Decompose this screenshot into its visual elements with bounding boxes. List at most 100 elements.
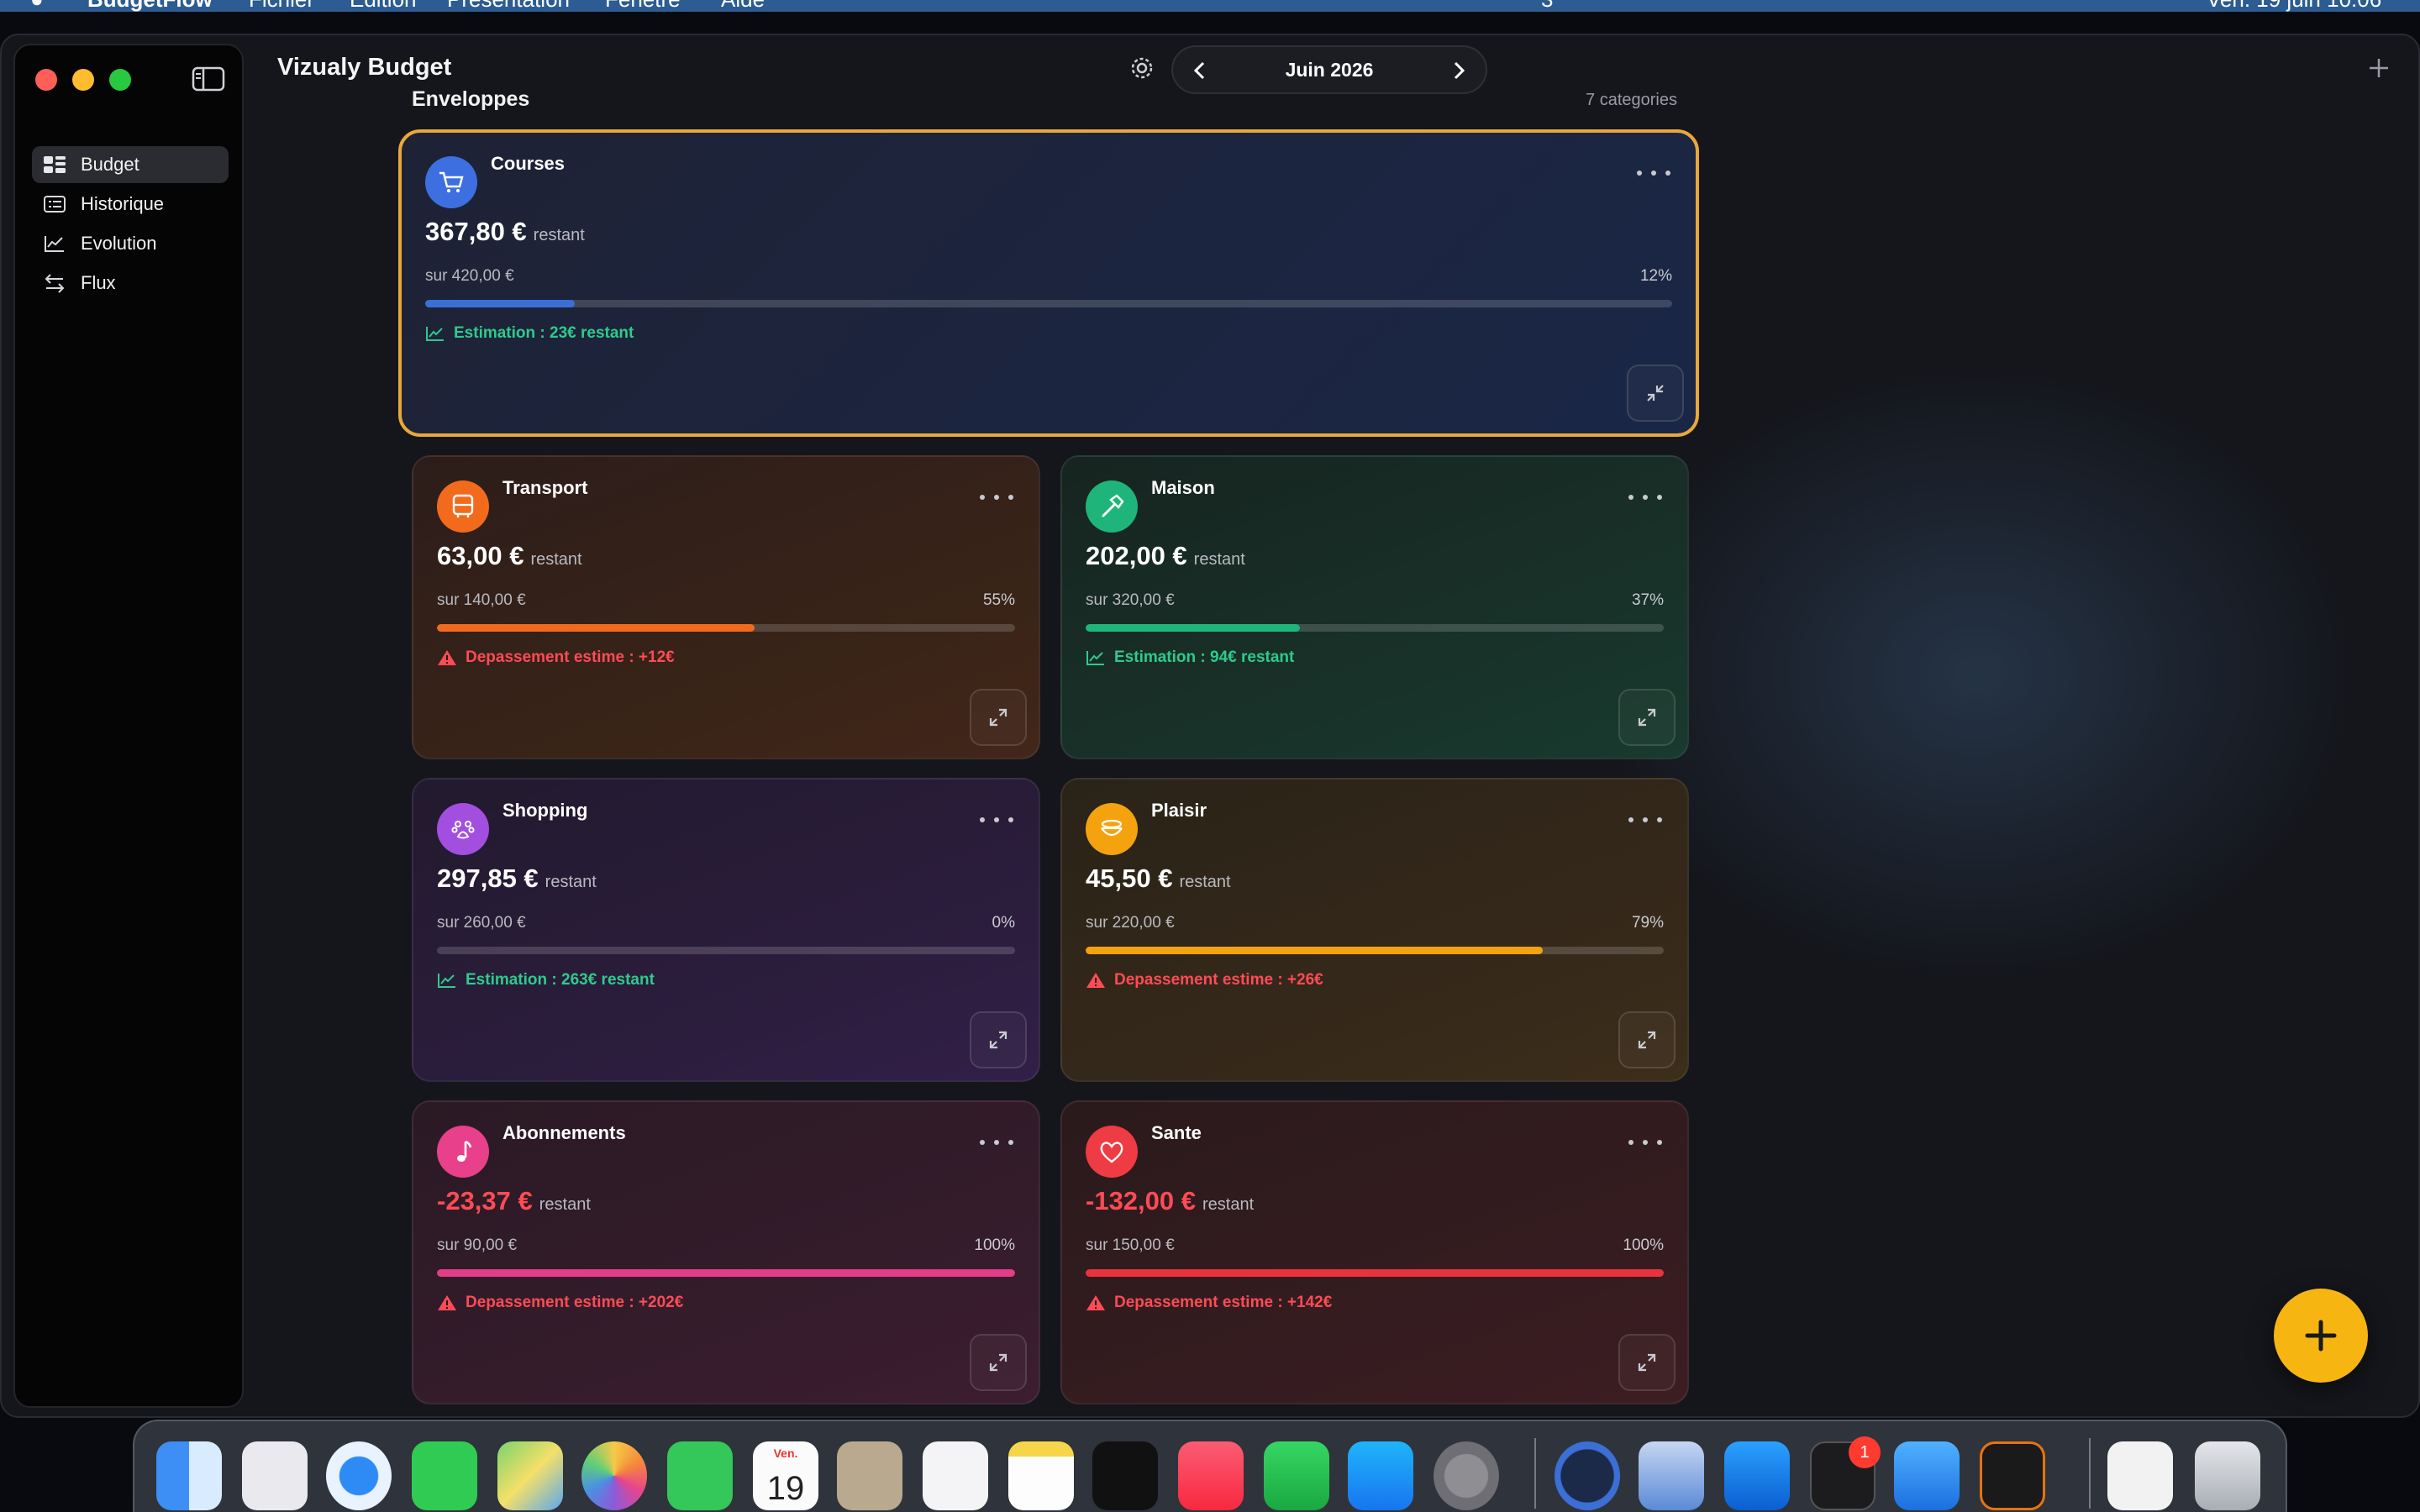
- section-title: Enveloppes: [412, 87, 530, 111]
- trend-icon: [437, 971, 459, 990]
- sidebar-item-flux[interactable]: Flux: [32, 265, 229, 302]
- cart-icon: [425, 156, 477, 208]
- envelope-name: Sante: [1151, 1122, 1202, 1143]
- expand-card-button[interactable]: [1618, 1011, 1676, 1068]
- trash-icon[interactable]: [2195, 1441, 2260, 1510]
- apple-tv-icon[interactable]: [1092, 1441, 1158, 1510]
- expand-card-button[interactable]: [970, 1011, 1027, 1068]
- envelope-card-courses[interactable]: Courses 367,80 € restant sur 420,00 € 12% Est…: [398, 129, 1699, 437]
- photos-icon[interactable]: [581, 1441, 647, 1510]
- expand-card-button[interactable]: [970, 1334, 1027, 1391]
- sidebar-item-historique[interactable]: Historique: [32, 186, 229, 223]
- menubar: ● BudgetFlow Fichier Edition Presentatio…: [0, 0, 2420, 12]
- sidebar-toggle-icon[interactable]: [192, 66, 225, 92]
- menu-presentation[interactable]: Presentation: [447, 0, 570, 12]
- menubar-clock[interactable]: Ven. 19 juin 10:06: [2207, 0, 2381, 12]
- numbers-icon[interactable]: [1264, 1441, 1329, 1510]
- menu-aide[interactable]: Aide: [721, 0, 765, 12]
- sidebar-item-label: Evolution: [81, 233, 157, 254]
- dock: Ven. 19 1: [133, 1420, 2287, 1512]
- envelope-card-plaisir[interactable]: Plaisir 45,50 € restant sur 220,00 € 79% Depa…: [1060, 778, 1689, 1082]
- more-options-icon[interactable]: [980, 813, 1013, 827]
- more-options-icon[interactable]: [980, 491, 1013, 504]
- add-transaction-button[interactable]: [2274, 1289, 2368, 1383]
- category-count: 7 categories: [1586, 91, 1677, 109]
- reminders-icon[interactable]: [923, 1441, 988, 1510]
- envelope-amount: 63,00 € restant: [437, 541, 582, 571]
- estimate-line: Estimation : 94€ restant: [1086, 648, 1294, 667]
- status-count[interactable]: 3: [1541, 0, 1553, 12]
- terminal-icon[interactable]: 1: [1810, 1436, 1881, 1510]
- wireguard-icon[interactable]: [1555, 1441, 1620, 1510]
- facetime-icon[interactable]: [667, 1441, 733, 1510]
- envelope-card-shopping[interactable]: Shopping 297,85 € restant sur 260,00 € 0% Est…: [412, 778, 1040, 1082]
- close-window-button[interactable]: [35, 69, 57, 91]
- progress-bar: [425, 300, 1672, 307]
- collapse-card-button[interactable]: [1627, 365, 1684, 422]
- envelope-total: sur 140,00 €: [437, 591, 526, 609]
- envelope-percent: 12%: [1639, 267, 1672, 285]
- contacts-icon[interactable]: [837, 1441, 902, 1510]
- remaining-label: restant: [539, 1195, 591, 1214]
- envelope-percent: 79%: [1631, 914, 1664, 932]
- remaining-label: restant: [1179, 873, 1231, 891]
- estimate-text: Depassement estime : +142€: [1114, 1294, 1333, 1311]
- notes-icon[interactable]: [1008, 1441, 1074, 1510]
- sidebar-item-evolution[interactable]: Evolution: [32, 225, 229, 262]
- envelope-card-transport[interactable]: Transport 63,00 € restant sur 140,00 € 55% De…: [412, 455, 1040, 759]
- budget-app-icon[interactable]: [1980, 1441, 2045, 1510]
- sidebar-item-budget[interactable]: Budget: [32, 146, 229, 183]
- document-icon[interactable]: [2107, 1441, 2173, 1510]
- progress-fill: [1086, 1269, 1664, 1277]
- menu-fenetre[interactable]: Fenetre: [605, 0, 681, 12]
- zoom-window-button[interactable]: [109, 69, 131, 91]
- messages-icon[interactable]: [412, 1441, 477, 1510]
- envelope-total: sur 220,00 €: [1086, 914, 1175, 932]
- envelope-card-maison[interactable]: Maison 202,00 € restant sur 320,00 € 37% Esti…: [1060, 455, 1689, 759]
- calendar-date: 19: [766, 1470, 805, 1507]
- files-icon[interactable]: [1894, 1441, 1960, 1510]
- finder-icon[interactable]: [156, 1441, 222, 1510]
- database-app-icon[interactable]: [1639, 1441, 1704, 1510]
- current-month: Juin 2026: [1285, 59, 1374, 81]
- menubar-app-name[interactable]: BudgetFlow: [87, 0, 213, 12]
- expand-card-button[interactable]: [1618, 1334, 1676, 1391]
- menu-fichier[interactable]: Fichier: [249, 0, 314, 12]
- progress-bar: [1086, 947, 1664, 954]
- envelope-percent: 100%: [974, 1236, 1015, 1254]
- more-options-icon[interactable]: [1628, 1136, 1662, 1149]
- expand-card-button[interactable]: [970, 689, 1027, 746]
- xcode-icon[interactable]: [1724, 1441, 1790, 1510]
- music-icon[interactable]: [1178, 1441, 1244, 1510]
- calendar-icon[interactable]: Ven. 19: [753, 1441, 818, 1510]
- minimize-window-button[interactable]: [72, 69, 94, 91]
- menu-edition[interactable]: Edition: [350, 0, 417, 12]
- envelope-card-abonnements[interactable]: Abonnements -23,37 € restant sur 90,00 € 100…: [412, 1100, 1040, 1404]
- budget-icon: [42, 152, 67, 177]
- safari-icon[interactable]: [326, 1441, 392, 1510]
- expand-card-button[interactable]: [1618, 689, 1676, 746]
- more-options-icon[interactable]: [1628, 813, 1662, 827]
- launchpad-icon[interactable]: [242, 1441, 308, 1510]
- settings-gear-icon[interactable]: [1128, 54, 1156, 82]
- maps-icon[interactable]: [497, 1441, 563, 1510]
- apple-icon[interactable]: ●: [30, 0, 44, 12]
- envelope-card-sante[interactable]: Sante -132,00 € restant sur 150,00 € 100% Dep…: [1060, 1100, 1689, 1404]
- more-options-icon[interactable]: [1637, 166, 1670, 180]
- envelope-name: Shopping: [502, 800, 588, 821]
- next-month-button[interactable]: [1444, 55, 1474, 86]
- progress-fill: [1086, 947, 1543, 954]
- warning-icon: [1086, 971, 1107, 990]
- add-icon[interactable]: [2365, 54, 2393, 82]
- system-settings-icon[interactable]: [1434, 1441, 1499, 1510]
- more-options-icon[interactable]: [980, 1136, 1013, 1149]
- estimate-text: Depassement estime : +202€: [466, 1294, 684, 1311]
- warning-icon: [437, 1294, 459, 1312]
- progress-fill: [425, 300, 576, 307]
- more-options-icon[interactable]: [1628, 491, 1662, 504]
- remaining-amount: 45,50 €: [1086, 864, 1173, 893]
- previous-month-button[interactable]: [1185, 55, 1215, 86]
- envelope-percent: 0%: [992, 914, 1015, 932]
- estimate-text: Estimation : 23€ restant: [454, 324, 634, 342]
- app-store-icon[interactable]: [1348, 1441, 1413, 1510]
